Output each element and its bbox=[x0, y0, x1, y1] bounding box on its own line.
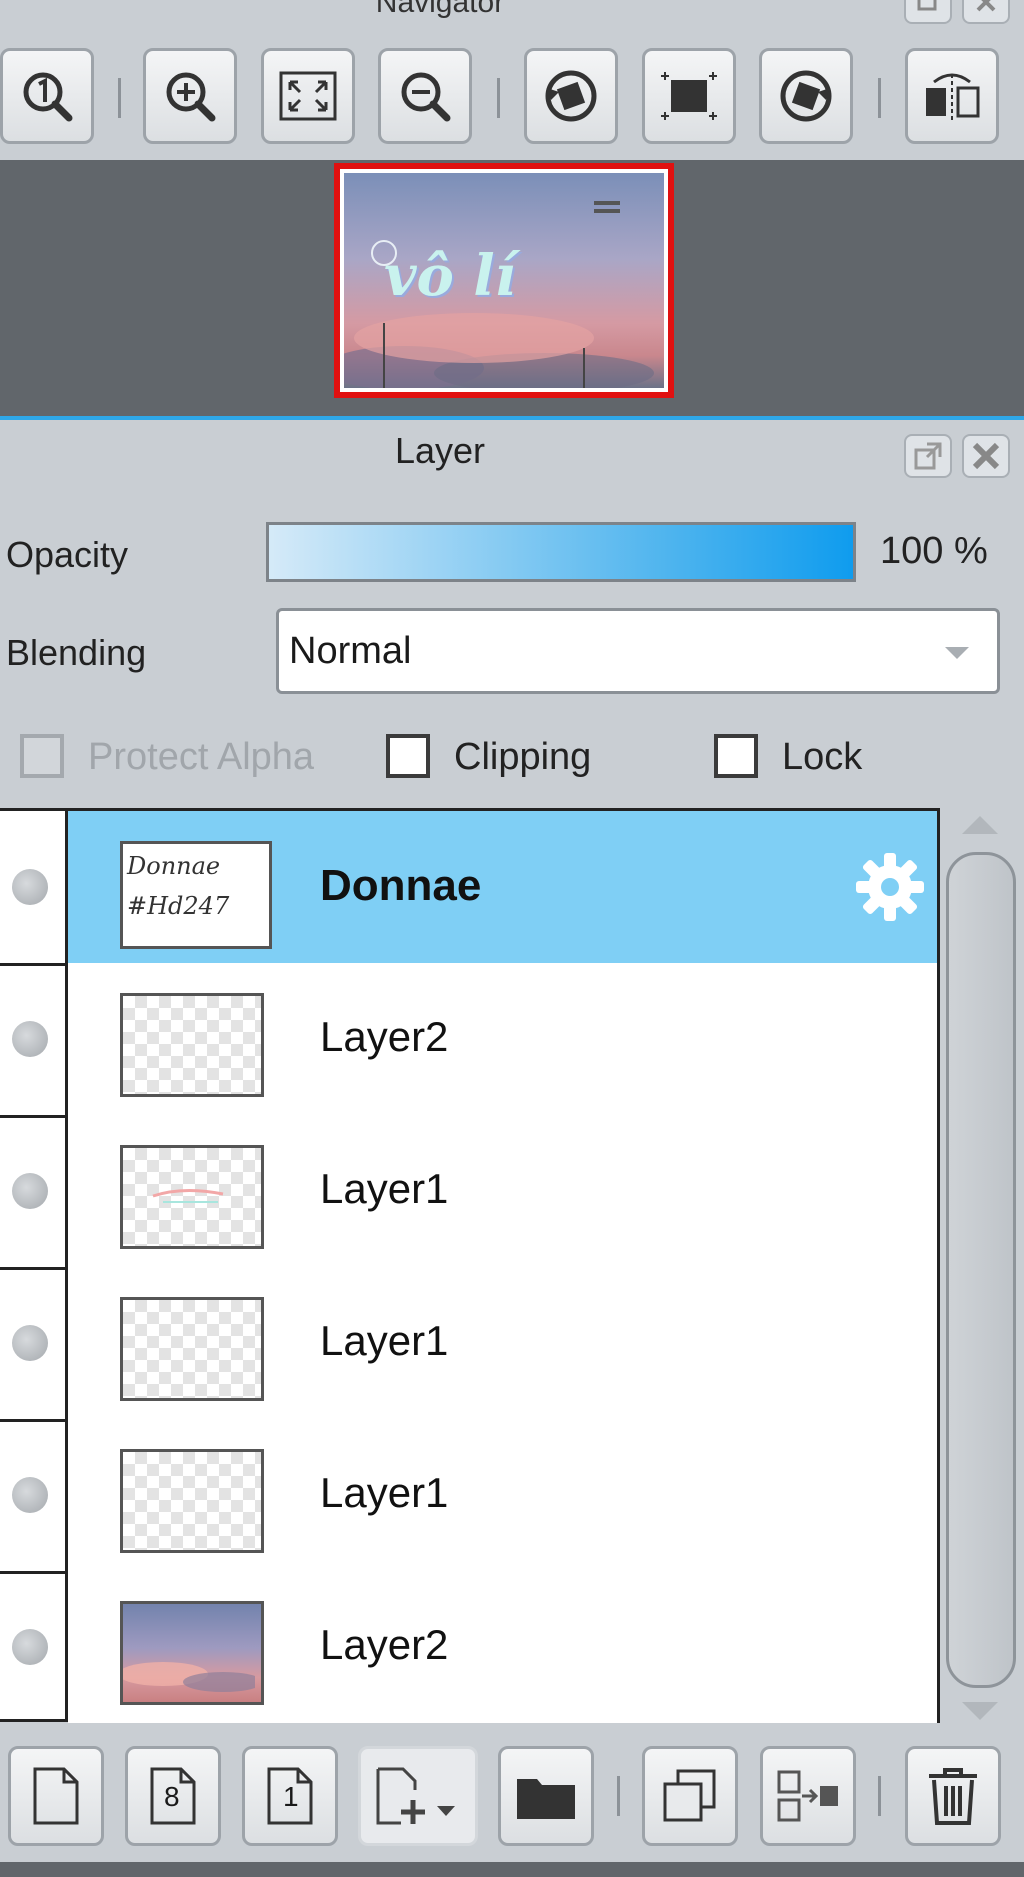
duplicate-layer-button[interactable] bbox=[642, 1746, 738, 1846]
rotate-left-icon bbox=[545, 70, 597, 122]
reset-view-icon bbox=[661, 72, 717, 120]
rotate-right-button[interactable] bbox=[759, 48, 853, 144]
close-icon bbox=[972, 442, 1000, 470]
rotate-left-button[interactable] bbox=[524, 48, 618, 144]
layer-name: Layer1 bbox=[320, 1317, 449, 1364]
lock-checkbox[interactable] bbox=[714, 734, 758, 778]
gear-icon[interactable] bbox=[852, 849, 928, 925]
opacity-slider[interactable] bbox=[266, 522, 856, 582]
visibility-toggle[interactable] bbox=[12, 1477, 48, 1513]
panel-divider[interactable] bbox=[0, 416, 1024, 420]
layer-thumbnail bbox=[120, 1297, 264, 1401]
opacity-value: 100 % bbox=[880, 530, 988, 572]
layer-panel-title: Layer bbox=[394, 430, 486, 471]
panel-bottom-edge bbox=[0, 1862, 1024, 1877]
rotate-right-icon bbox=[780, 70, 832, 122]
delete-layer-button[interactable] bbox=[905, 1746, 1001, 1846]
blending-value: Normal bbox=[289, 629, 412, 672]
flip-icon bbox=[926, 73, 980, 120]
toolbar-separator bbox=[878, 1776, 881, 1816]
layer-close-button[interactable] bbox=[962, 434, 1010, 478]
close-icon bbox=[976, 0, 996, 12]
page-1-label: 1 bbox=[283, 1781, 299, 1812]
thumbnail-content bbox=[118, 1662, 263, 1692]
flip-horizontal-button[interactable] bbox=[905, 48, 999, 144]
visibility-toggle[interactable] bbox=[12, 1021, 48, 1057]
layer-name: Layer2 bbox=[320, 1621, 449, 1668]
preview-text: vô lí bbox=[384, 243, 516, 309]
add-page-dropdown-icon bbox=[376, 1767, 455, 1825]
fit-to-window-button[interactable] bbox=[261, 48, 355, 144]
layer-thumbnail: Donnae #Hd247 bbox=[120, 841, 272, 949]
layer-row[interactable]: Layer1 bbox=[0, 1267, 940, 1422]
clipping-label: Clipping bbox=[454, 736, 592, 778]
zoom-in-icon bbox=[166, 72, 216, 122]
toolbar-separator bbox=[118, 78, 121, 118]
protect-alpha-checkbox[interactable] bbox=[20, 734, 64, 778]
thumbnail-text-line: #Hd247 bbox=[127, 892, 230, 920]
folder-icon bbox=[517, 1779, 575, 1819]
layer-list: Donnae #Hd247 Donnae Layer2 Layer1 Layer… bbox=[0, 808, 940, 1723]
duplicate-icon bbox=[663, 1769, 716, 1822]
reset-rotation-button[interactable] bbox=[642, 48, 736, 144]
float-window-icon bbox=[914, 442, 942, 470]
scrollbar-thumb[interactable] bbox=[946, 852, 1016, 1688]
lock-label: Lock bbox=[782, 736, 863, 778]
thumbnail-text-line: Donnae bbox=[127, 852, 221, 880]
zoom-in-button[interactable] bbox=[143, 48, 237, 144]
navigator-close-button[interactable] bbox=[962, 0, 1010, 24]
float-window-icon bbox=[917, 0, 937, 11]
visibility-toggle[interactable] bbox=[12, 1629, 48, 1665]
toolbar-separator bbox=[497, 78, 500, 118]
scroll-up-arrow-icon[interactable] bbox=[962, 816, 998, 834]
blending-label: Blending bbox=[6, 632, 147, 673]
clipping-checkbox[interactable] bbox=[386, 734, 430, 778]
zoom-out-button[interactable] bbox=[378, 48, 472, 144]
navigator-viewport-frame[interactable]: vô lí bbox=[334, 163, 674, 398]
fit-window-icon bbox=[279, 71, 337, 121]
zoom-reset-button[interactable] bbox=[0, 48, 94, 144]
layer-name: Donnae bbox=[320, 861, 482, 910]
new-1bit-layer-button[interactable]: 1 bbox=[242, 1746, 338, 1846]
opacity-label: Opacity bbox=[6, 534, 129, 575]
chevron-down-icon bbox=[945, 647, 969, 659]
new-page-icon bbox=[33, 1767, 79, 1825]
trash-icon bbox=[929, 1768, 977, 1825]
layer-name: Layer1 bbox=[320, 1165, 449, 1212]
layer-name: Layer2 bbox=[320, 1013, 449, 1060]
layer-thumbnail bbox=[120, 993, 264, 1097]
layer-row-donnae[interactable]: Donnae #Hd247 Donnae bbox=[0, 811, 940, 966]
layer-float-button[interactable] bbox=[904, 434, 952, 478]
canvas-preview-image: vô lí bbox=[344, 173, 664, 388]
layer-thumbnail bbox=[120, 1449, 264, 1553]
zoom-out-icon bbox=[401, 72, 451, 122]
add-layer-menu-button[interactable] bbox=[358, 1746, 478, 1846]
new-folder-button[interactable] bbox=[498, 1746, 594, 1846]
one-to-one-magnifier-icon bbox=[23, 72, 73, 122]
layer-name: Layer1 bbox=[320, 1469, 449, 1516]
navigator-float-button[interactable] bbox=[904, 0, 952, 24]
visibility-toggle[interactable] bbox=[12, 1325, 48, 1361]
page-8-label: 8 bbox=[164, 1781, 180, 1812]
merge-icon bbox=[777, 1770, 838, 1822]
scroll-down-arrow-icon[interactable] bbox=[962, 1702, 998, 1720]
protect-alpha-label: Protect Alpha bbox=[88, 736, 315, 778]
layer-thumbnail bbox=[120, 1145, 264, 1249]
layer-row[interactable]: Layer2 bbox=[0, 963, 940, 1118]
new-layer-button[interactable] bbox=[8, 1746, 104, 1846]
navigator-title: Navigator bbox=[375, 0, 505, 19]
new-8bit-layer-button[interactable]: 8 bbox=[125, 1746, 221, 1846]
layer-row[interactable]: Layer2 bbox=[0, 1571, 940, 1723]
toolbar-separator bbox=[878, 78, 881, 118]
toolbar-separator bbox=[617, 1776, 620, 1816]
layer-thumbnail bbox=[118, 1601, 264, 1705]
blending-select[interactable]: Normal bbox=[276, 608, 1000, 694]
visibility-toggle[interactable] bbox=[12, 1173, 48, 1209]
layer-row[interactable]: Layer1 bbox=[0, 1419, 940, 1574]
thumbnail-content bbox=[152, 1188, 224, 1203]
visibility-toggle[interactable] bbox=[12, 869, 48, 905]
layer-row[interactable]: Layer1 bbox=[0, 1115, 940, 1270]
merge-down-button[interactable] bbox=[760, 1746, 856, 1846]
